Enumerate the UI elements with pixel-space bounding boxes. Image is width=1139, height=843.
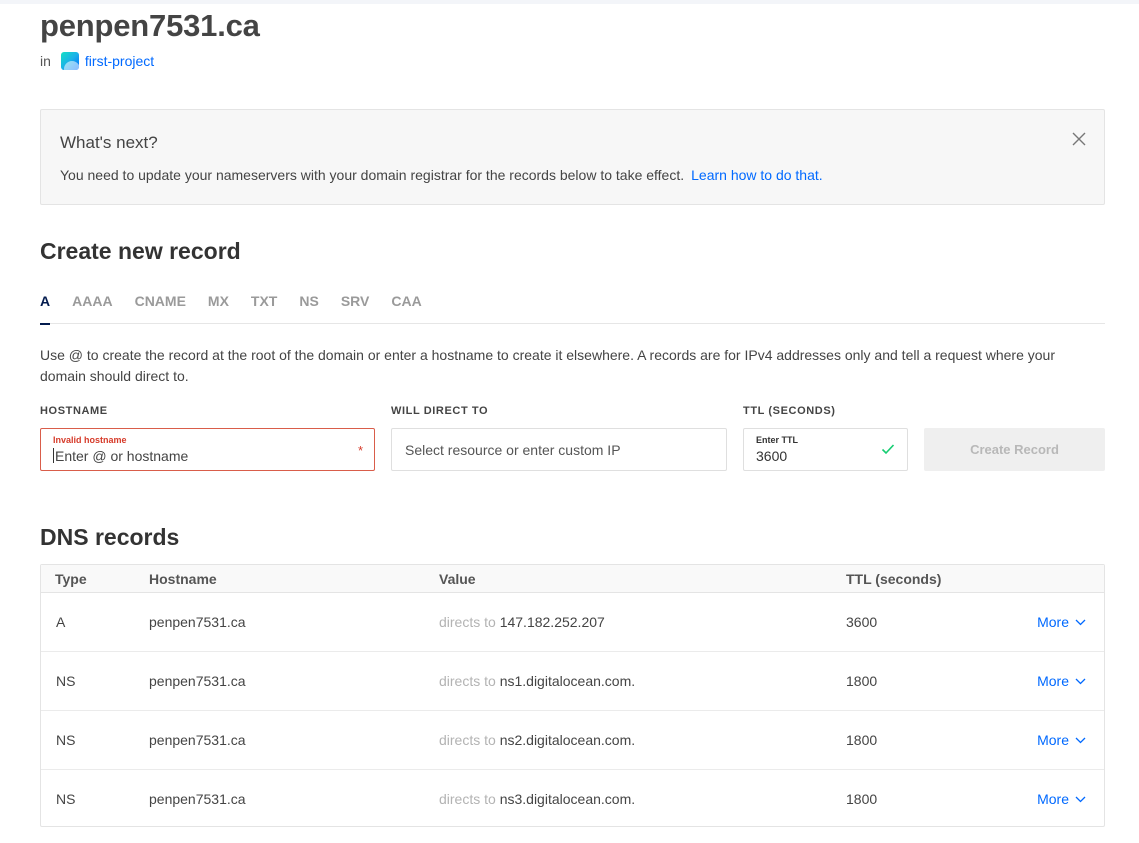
more-label: More — [1037, 614, 1069, 630]
whats-next-notice: What's next? You need to update your nam… — [40, 109, 1105, 205]
col-value: Value — [439, 571, 476, 587]
tab-caa[interactable]: CAA — [391, 292, 421, 324]
record-ttl: 3600 — [846, 614, 878, 630]
table-row: NS penpen7531.ca directs to ns1.digitalo… — [41, 652, 1104, 711]
col-ttl: TTL (seconds) — [846, 571, 942, 587]
record-value-text: ns1.digitalocean.com. — [499, 673, 636, 689]
dns-records-title: DNS records — [40, 524, 180, 550]
record-type: NS — [56, 791, 76, 807]
tab-mx[interactable]: MX — [208, 292, 229, 324]
check-icon — [881, 444, 895, 455]
project-link[interactable]: first-project — [85, 53, 154, 69]
table-row: A penpen7531.ca directs to 147.182.252.2… — [41, 593, 1104, 652]
directs-to-label: directs to — [439, 614, 496, 630]
dns-records-table: Type Hostname Value TTL (seconds) A penp… — [40, 564, 1105, 827]
chevron-down-icon — [1075, 678, 1086, 684]
tab-txt[interactable]: TXT — [251, 292, 277, 324]
ttl-float-label: Enter TTL — [756, 435, 798, 445]
more-menu-button[interactable]: More — [1037, 791, 1086, 807]
record-ttl: 1800 — [846, 791, 878, 807]
table-header: Type Hostname Value TTL (seconds) — [41, 565, 1104, 593]
more-label: More — [1037, 791, 1069, 807]
page-title: penpen7531.ca — [40, 8, 260, 43]
directs-to-label: directs to — [439, 791, 496, 807]
ttl-input[interactable]: Enter TTL 3600 — [743, 428, 908, 471]
hostname-placeholder-text: Enter @ or hostname — [55, 448, 189, 464]
more-menu-button[interactable]: More — [1037, 732, 1086, 748]
record-help-text: Use @ to create the record at the root o… — [40, 347, 1055, 384]
project-icon — [60, 52, 79, 70]
more-menu-button[interactable]: More — [1037, 673, 1086, 689]
notice-text: You need to update your nameservers with… — [60, 167, 685, 183]
directs-to-label: directs to — [439, 732, 496, 748]
directs-to-label: directs to — [439, 673, 496, 689]
record-value-text: 147.182.252.207 — [499, 614, 605, 630]
col-hostname: Hostname — [149, 571, 217, 587]
chevron-down-icon — [1075, 796, 1086, 802]
chevron-down-icon — [1075, 619, 1086, 625]
hostname-input[interactable]: Invalid hostname Enter @ or hostname * — [40, 428, 375, 471]
notice-body: You need to update your nameservers with… — [60, 167, 823, 183]
close-icon[interactable] — [1070, 130, 1088, 148]
direct-to-label: WILL DIRECT TO — [391, 405, 489, 417]
in-label: in — [40, 53, 51, 69]
record-value: directs to 147.182.252.207 — [439, 614, 605, 630]
learn-how-link[interactable]: Learn how to do that. — [691, 167, 823, 183]
record-hostname: penpen7531.ca — [149, 673, 246, 689]
ttl-label: TTL (SECONDS) — [743, 405, 836, 417]
more-label: More — [1037, 673, 1069, 689]
record-type-tabs: A AAAA CNAME MX TXT NS SRV CAA — [40, 292, 1105, 325]
tab-srv[interactable]: SRV — [341, 292, 370, 324]
record-value-text: ns2.digitalocean.com. — [499, 732, 636, 748]
top-border — [0, 0, 1139, 4]
tab-aaaa[interactable]: AAAA — [72, 292, 112, 324]
record-hostname: penpen7531.ca — [149, 732, 246, 748]
record-ttl: 1800 — [846, 732, 878, 748]
tab-ns[interactable]: NS — [299, 292, 318, 324]
hostname-label: HOSTNAME — [40, 405, 108, 417]
record-hostname: penpen7531.ca — [149, 614, 246, 630]
notice-title: What's next? — [60, 133, 158, 152]
record-type: NS — [56, 673, 76, 689]
table-row: NS penpen7531.ca directs to ns3.digitalo… — [41, 770, 1104, 829]
record-value-text: ns3.digitalocean.com. — [499, 791, 636, 807]
direct-to-placeholder: Select resource or enter custom IP — [405, 442, 621, 458]
ttl-value: 3600 — [756, 448, 788, 464]
record-ttl: 1800 — [846, 673, 878, 689]
record-hostname: penpen7531.ca — [149, 791, 246, 807]
tab-cname[interactable]: CNAME — [135, 292, 186, 324]
direct-to-input[interactable]: Select resource or enter custom IP — [391, 428, 727, 471]
tab-a[interactable]: A — [40, 292, 51, 325]
col-type: Type — [55, 571, 87, 587]
record-value: directs to ns3.digitalocean.com. — [439, 791, 635, 807]
record-type: A — [56, 614, 66, 630]
project-breadcrumb: in first-project — [40, 52, 154, 70]
required-mark: * — [357, 443, 363, 458]
create-record-button[interactable]: Create Record — [924, 428, 1105, 471]
hostname-error: Invalid hostname — [53, 435, 127, 445]
table-row: NS penpen7531.ca directs to ns2.digitalo… — [41, 711, 1104, 770]
record-type: NS — [56, 732, 76, 748]
create-record-title: Create new record — [40, 238, 241, 264]
more-label: More — [1037, 732, 1069, 748]
more-menu-button[interactable]: More — [1037, 614, 1086, 630]
chevron-down-icon — [1075, 737, 1086, 743]
record-value: directs to ns2.digitalocean.com. — [439, 732, 635, 748]
record-value: directs to ns1.digitalocean.com. — [439, 673, 635, 689]
text-cursor — [53, 448, 54, 463]
hostname-placeholder: Enter @ or hostname — [53, 448, 188, 464]
